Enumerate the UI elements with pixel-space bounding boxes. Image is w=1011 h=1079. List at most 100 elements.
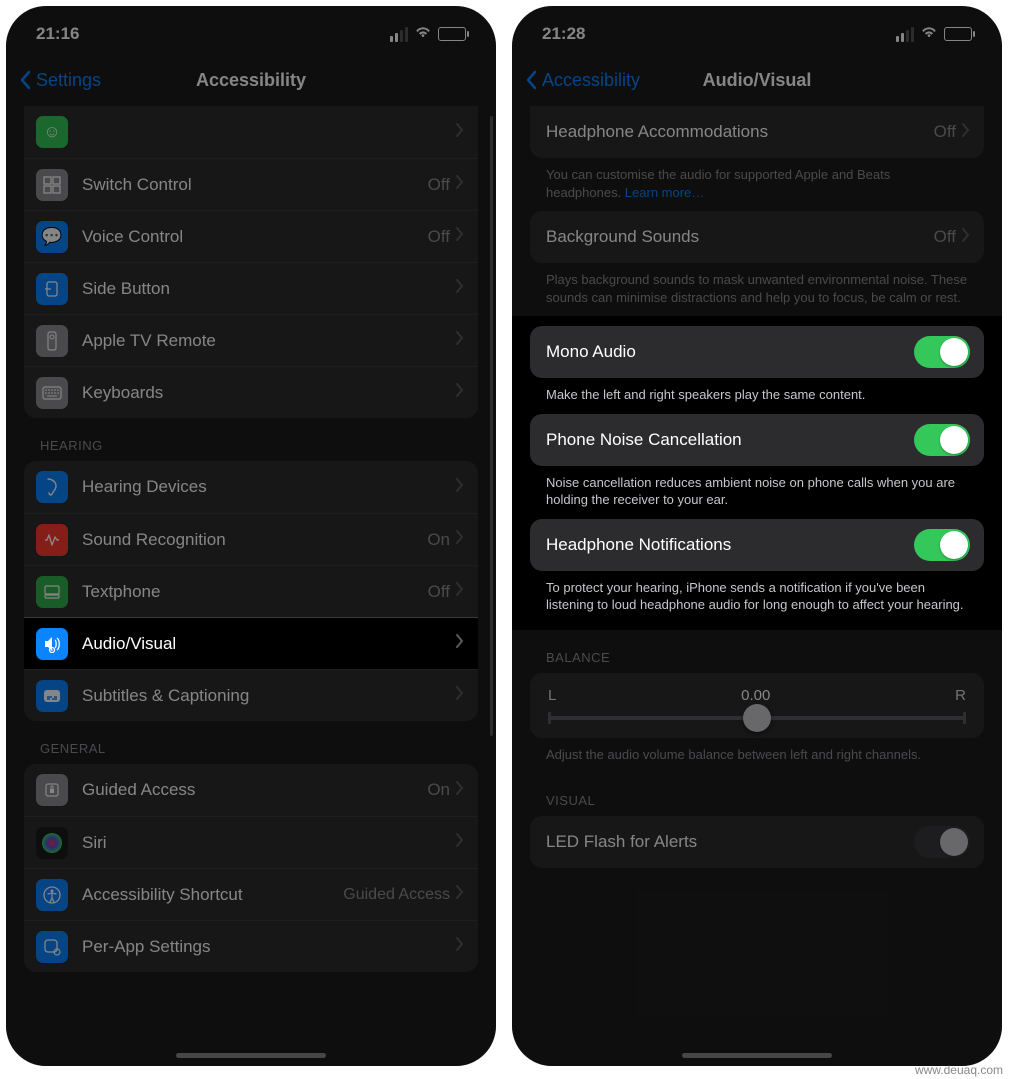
row-label: Headphone Notifications: [546, 535, 914, 555]
row-label: Side Button: [82, 279, 456, 299]
right-screenshot: 21:28 Accessibility Audio/Visual Headpho…: [512, 6, 1002, 1066]
chevron-right-icon: [456, 478, 464, 497]
row-value: Off: [428, 227, 450, 247]
row-label: Sound Recognition: [82, 530, 427, 550]
chevron-right-icon: [456, 781, 464, 800]
per-app-settings-icon: [36, 931, 68, 963]
learn-more-link[interactable]: Learn more…: [625, 185, 704, 200]
row-value: On: [427, 780, 450, 800]
watermark: www.deuaq.com: [915, 1063, 1003, 1077]
section-header-general: GENERAL: [6, 721, 496, 764]
wifi-icon: [920, 24, 938, 44]
headphone-notifications-switch[interactable]: [914, 529, 970, 561]
row-value: Off: [428, 175, 450, 195]
row-guided-access[interactable]: Guided Access On: [24, 764, 478, 816]
subtitles-icon: [36, 680, 68, 712]
row-face-id-attention[interactable]: ☺: [24, 106, 478, 158]
row-value: Off: [934, 227, 956, 247]
row-led-flash-alerts: LED Flash for Alerts: [530, 816, 984, 868]
status-bar: 21:16: [6, 6, 496, 54]
section-header-balance: BALANCE: [512, 630, 1002, 673]
home-indicator[interactable]: [176, 1053, 326, 1058]
row-label: Apple TV Remote: [82, 331, 456, 351]
row-headphone-accommodations[interactable]: Headphone Accommodations Off: [530, 106, 984, 158]
row-label: LED Flash for Alerts: [546, 832, 914, 852]
scrollbar[interactable]: [490, 116, 493, 736]
cellular-icon: [390, 27, 408, 42]
chevron-right-icon: [456, 833, 464, 852]
balance-slider[interactable]: [548, 716, 966, 720]
slider-knob[interactable]: [743, 704, 771, 732]
left-screenshot: 21:16 Settings Accessibility ☺ Switch Co…: [6, 6, 496, 1066]
section-header-visual: VISUAL: [512, 773, 1002, 816]
row-textphone[interactable]: Textphone Off: [24, 565, 478, 617]
accessibility-shortcut-icon: [36, 879, 68, 911]
row-label: [82, 122, 456, 142]
row-label: Hearing Devices: [82, 477, 456, 497]
row-voice-control[interactable]: 💬 Voice Control Off: [24, 210, 478, 262]
row-per-app-settings[interactable]: Per-App Settings: [24, 920, 478, 972]
mono-audio-switch[interactable]: [914, 336, 970, 368]
chevron-right-icon: [962, 228, 970, 247]
footer-headphone-notifications: To protect your hearing, iPhone sends a …: [530, 571, 984, 624]
row-accessibility-shortcut[interactable]: Accessibility Shortcut Guided Access: [24, 868, 478, 920]
back-label: Accessibility: [542, 70, 640, 91]
row-apple-tv-remote[interactable]: Apple TV Remote: [24, 314, 478, 366]
row-label: Phone Noise Cancellation: [546, 430, 914, 450]
row-label: Mono Audio: [546, 342, 914, 362]
footer-background-sounds: Plays background sounds to mask unwanted…: [512, 263, 1002, 316]
back-button[interactable]: Accessibility: [526, 70, 640, 91]
row-sound-recognition[interactable]: Sound Recognition On: [24, 513, 478, 565]
row-background-sounds[interactable]: Background Sounds Off: [530, 211, 984, 263]
apple-tv-remote-icon: [36, 325, 68, 357]
audio-visual-icon: [36, 628, 68, 660]
row-label: Switch Control: [82, 175, 428, 195]
chevron-right-icon: [456, 175, 464, 194]
footer-balance: Adjust the audio volume balance between …: [512, 738, 1002, 774]
hearing-devices-icon: [36, 471, 68, 503]
back-button[interactable]: Settings: [20, 70, 101, 91]
voice-control-icon: 💬: [36, 221, 68, 253]
balance-value: 0.00: [741, 687, 770, 704]
battery-icon: [944, 27, 972, 41]
row-siri[interactable]: Siri: [24, 816, 478, 868]
row-switch-control[interactable]: Switch Control Off: [24, 158, 478, 210]
content-scroll[interactable]: Headphone Accommodations Off You can cus…: [512, 106, 1002, 1066]
row-phone-noise-cancellation: Phone Noise Cancellation: [530, 414, 984, 466]
face-id-icon: ☺: [36, 116, 68, 148]
chevron-right-icon: [456, 582, 464, 601]
row-subtitles-captioning[interactable]: Subtitles & Captioning: [24, 669, 478, 721]
row-headphone-notifications: Headphone Notifications: [530, 519, 984, 571]
row-keyboards[interactable]: Keyboards: [24, 366, 478, 418]
status-bar: 21:28: [512, 6, 1002, 54]
chevron-right-icon: [456, 227, 464, 246]
row-label: Headphone Accommodations: [546, 122, 934, 142]
row-hearing-devices[interactable]: Hearing Devices: [24, 461, 478, 513]
chevron-right-icon: [962, 123, 970, 142]
side-button-icon: [36, 273, 68, 305]
guided-access-icon: [36, 774, 68, 806]
chevron-right-icon: [456, 279, 464, 298]
wifi-icon: [414, 24, 432, 44]
section-header-hearing: HEARING: [6, 418, 496, 461]
balance-left-label: L: [548, 687, 556, 704]
status-time: 21:16: [36, 24, 79, 44]
led-flash-switch[interactable]: [914, 826, 970, 858]
battery-icon: [438, 27, 466, 41]
row-value: Off: [428, 582, 450, 602]
row-audio-visual[interactable]: Audio/Visual: [24, 617, 478, 669]
row-side-button[interactable]: Side Button: [24, 262, 478, 314]
chevron-right-icon: [456, 885, 464, 904]
chevron-left-icon: [20, 70, 32, 90]
switch-control-icon: [36, 169, 68, 201]
home-indicator[interactable]: [682, 1053, 832, 1058]
noise-cancellation-switch[interactable]: [914, 424, 970, 456]
content-scroll[interactable]: ☺ Switch Control Off 💬 Voice Control Off…: [6, 106, 496, 1066]
row-label: Audio/Visual: [82, 634, 456, 654]
chevron-right-icon: [456, 937, 464, 956]
keyboards-icon: [36, 377, 68, 409]
chevron-left-icon: [526, 70, 538, 90]
siri-icon: [36, 827, 68, 859]
footer-headphone-accom: You can customise the audio for supporte…: [512, 158, 1002, 211]
row-value: Off: [934, 122, 956, 142]
